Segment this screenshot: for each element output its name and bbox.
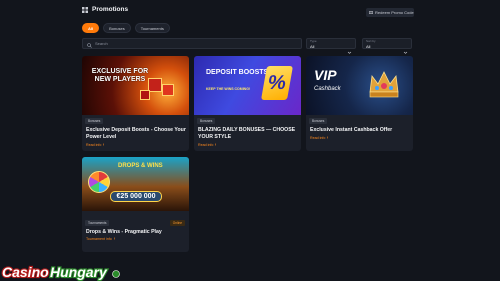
percent-icon: %: [261, 66, 293, 100]
promo-banner-image: VIP Cashback: [306, 56, 413, 115]
filter-chips: All Bonuses Tournaments: [82, 23, 170, 33]
type-select-value: All: [310, 43, 315, 49]
promo-banner-image: DROPS & WINS €25 000 000: [82, 157, 189, 211]
status-badge: Online: [169, 220, 185, 226]
search-icon: [87, 35, 92, 53]
read-info-link[interactable]: Read info: [86, 143, 105, 147]
category-badge: Bonuses: [197, 118, 216, 124]
page-header: Promotions: [82, 6, 128, 13]
svg-text:Hungary: Hungary: [50, 264, 108, 280]
promo-banner-image: DEPOSIT BOOSTS KEEP THE WINS COMING! %: [194, 56, 301, 115]
prize-amount: €25 000 000: [110, 191, 162, 202]
category-badge: Tournaments: [85, 220, 110, 226]
redeem-promo-code-button[interactable]: Redeem Promo Code: [366, 8, 414, 17]
search-field[interactable]: [82, 38, 302, 49]
read-info-label: Read info: [86, 143, 102, 147]
chip-tournaments[interactable]: Tournaments: [134, 23, 170, 33]
category-badge: Bonuses: [85, 118, 104, 124]
read-info-link[interactable]: Read info: [198, 143, 217, 147]
read-info-link[interactable]: Read info: [310, 136, 329, 140]
sort-select-value: All: [366, 43, 371, 49]
chevron-down-icon: [403, 42, 408, 54]
chip-bonuses[interactable]: Bonuses: [103, 23, 131, 33]
banner-subtext: Cashback: [314, 86, 341, 92]
read-info-label: Read info: [198, 143, 214, 147]
promo-card[interactable]: EXCLUSIVE FOR NEW PLAYERS Bonuses Exclus…: [82, 56, 189, 151]
banner-text: DROPS & WINS: [118, 163, 163, 169]
promo-card[interactable]: VIP Cashback Bonuses Exclusive Instant C…: [306, 56, 413, 151]
promo-card[interactable]: DROPS & WINS €25 000 000 Tournaments Onl…: [82, 157, 189, 252]
banner-text: VIP: [314, 67, 337, 83]
crown-icon: [366, 66, 402, 102]
banner-text: EXCLUSIVE FOR NEW PLAYERS: [91, 68, 149, 83]
category-badge: Bonuses: [309, 118, 328, 124]
svg-text:Casino: Casino: [2, 264, 49, 280]
promo-title: Exclusive Instant Cashback Offer: [310, 127, 393, 133]
redeem-button-label: Redeem Promo Code: [375, 10, 414, 15]
promotions-grid-icon: [82, 6, 88, 13]
chevron-right-icon: [326, 136, 329, 140]
gift-box-icon: [162, 84, 174, 96]
promo-title: BLAZING DAILY BONUSES — CHOOSE YOUR STYL…: [198, 127, 296, 140]
search-input[interactable]: [95, 41, 295, 46]
tournament-info-link[interactable]: Tournament info: [86, 237, 116, 241]
chevron-right-icon: [113, 237, 116, 241]
promotions-page: Promotions Redeem Promo Code All Bonuses…: [0, 0, 500, 281]
tournament-info-label: Tournament info: [86, 237, 112, 241]
read-info-label: Read info: [310, 136, 326, 140]
banner-subtext: KEEP THE WINS COMING!: [206, 87, 251, 91]
sort-select[interactable]: Sort by All: [362, 38, 412, 54]
banner-text: DEPOSIT BOOSTS: [206, 69, 269, 76]
gift-icon: [369, 10, 373, 15]
promo-title: Exclusive Deposit Boosts - Choose Your P…: [86, 127, 186, 140]
chevron-right-icon: [214, 143, 217, 147]
promo-banner-image: EXCLUSIVE FOR NEW PLAYERS: [82, 56, 189, 115]
promo-title: Drops & Wins - Pragmatic Play: [86, 229, 162, 235]
promo-card[interactable]: DEPOSIT BOOSTS KEEP THE WINS COMING! % B…: [194, 56, 301, 151]
page-title: Promotions: [92, 6, 129, 13]
prize-wheel-icon: [88, 171, 110, 193]
gift-box-icon: [140, 90, 150, 100]
casinohungary-logo: Casino Hungary: [0, 262, 125, 281]
chip-all[interactable]: All: [82, 23, 100, 33]
chevron-right-icon: [102, 143, 105, 147]
chevron-down-icon: [347, 42, 352, 54]
type-select[interactable]: Type All: [306, 38, 356, 54]
gift-box-icon: [148, 78, 162, 92]
